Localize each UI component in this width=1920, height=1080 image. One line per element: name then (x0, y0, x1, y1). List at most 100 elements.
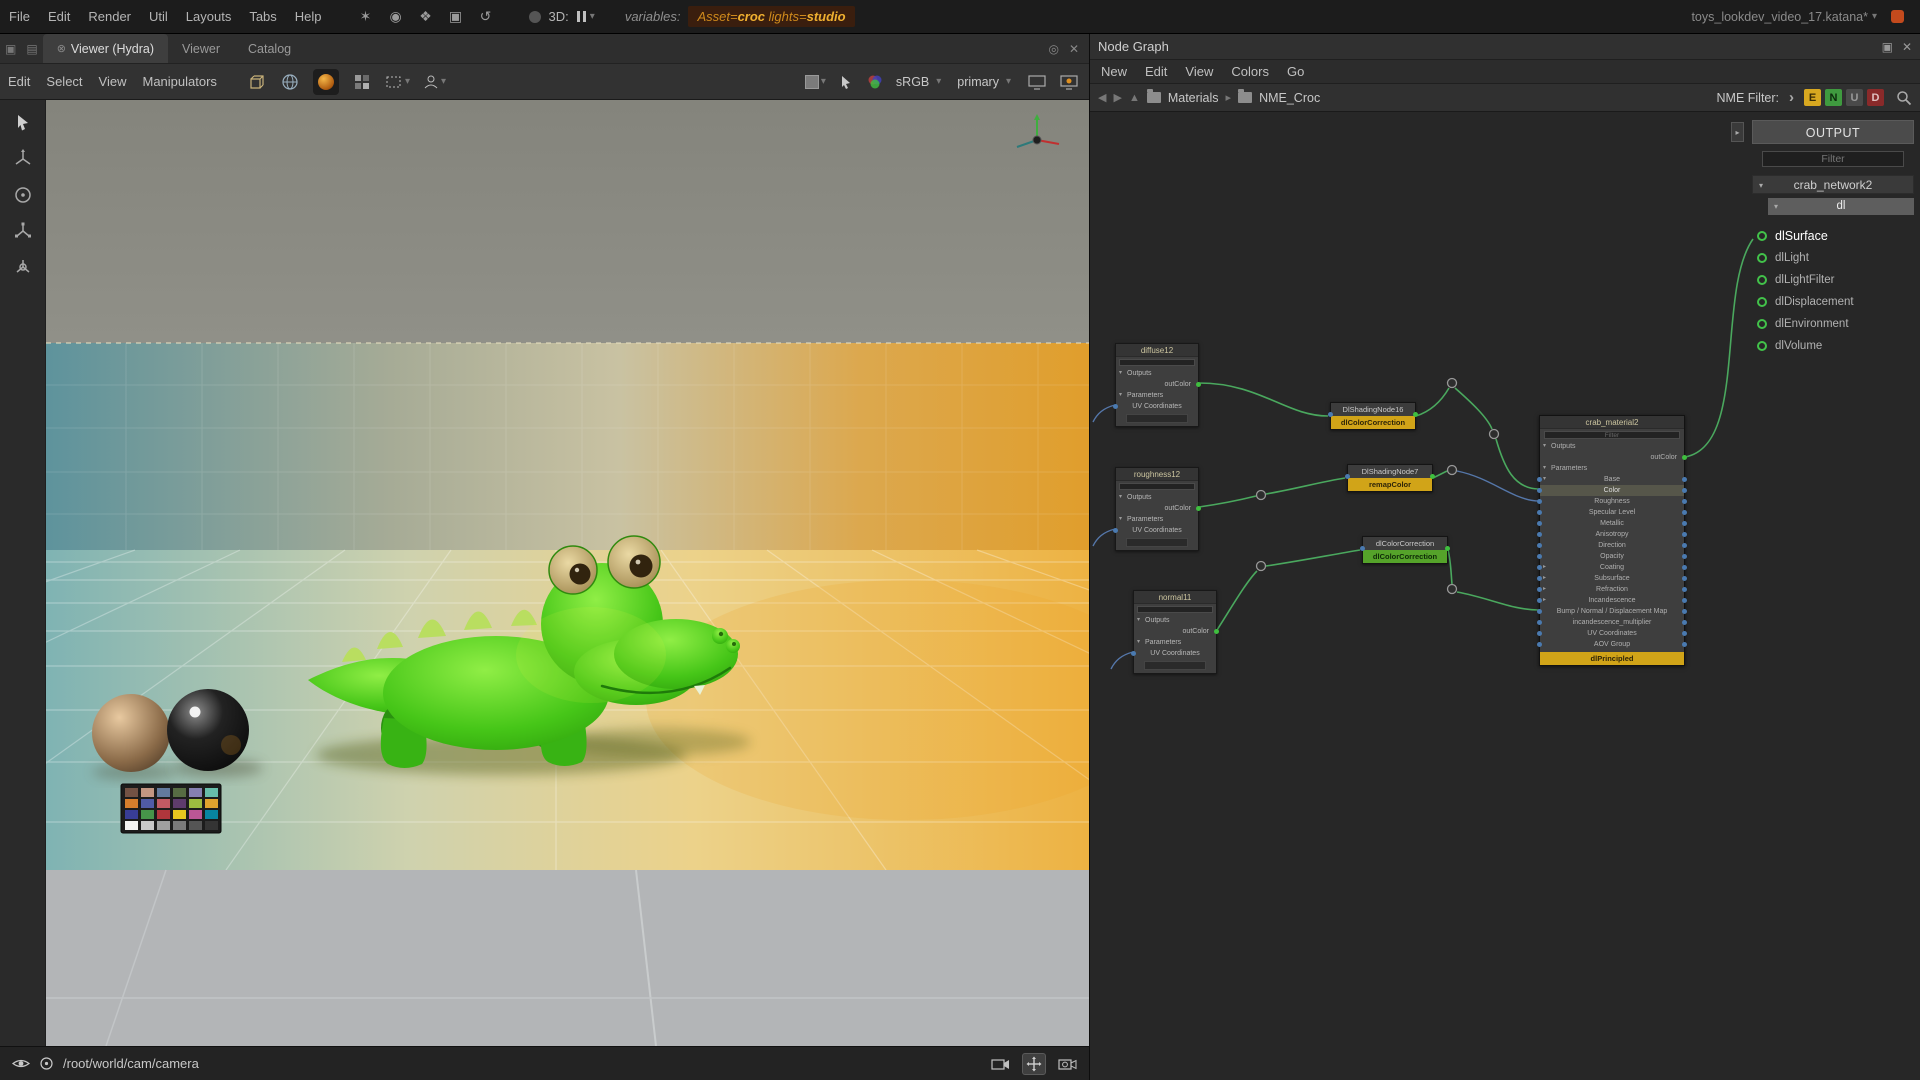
input-port[interactable] (1537, 543, 1542, 548)
colorspace-dropdown[interactable]: sRGB ▾ (896, 75, 945, 89)
menubar-menu[interactable]: Layouts (177, 9, 241, 24)
filename-caret-icon[interactable]: ▾ (1872, 11, 1877, 22)
katana-app-icon[interactable]: ◉ (387, 8, 405, 25)
search-icon[interactable] (1896, 90, 1912, 106)
node-normal11[interactable]: normal11 ▾Outputs outColor ▾Parameters U… (1133, 590, 1217, 674)
pause-icon[interactable] (577, 11, 586, 22)
background-color-button[interactable]: ▾ (805, 75, 826, 89)
nodegraph-menu[interactable]: Colors (1222, 64, 1278, 79)
input-port[interactable] (1328, 412, 1333, 417)
input-port[interactable] (1345, 474, 1350, 479)
terminal-item[interactable]: dlLight (1752, 247, 1914, 269)
node-footer-field[interactable] (1126, 538, 1188, 547)
pane-settings-icon[interactable]: ◎ (1048, 42, 1058, 56)
input-port[interactable] (1113, 404, 1118, 409)
terminal-port-icon[interactable] (1757, 319, 1767, 329)
terminal-port-icon[interactable] (1757, 341, 1767, 351)
menubar-menu[interactable]: Edit (39, 9, 79, 24)
nme-filter-button[interactable]: U (1846, 89, 1863, 106)
monitor-icon[interactable] (1027, 74, 1047, 90)
output-port[interactable] (1196, 506, 1201, 511)
material-param-row[interactable]: ▸ Refraction (1540, 584, 1684, 595)
material-param-row[interactable]: ▸ Coating (1540, 562, 1684, 573)
viewer-menu[interactable]: Edit (0, 74, 38, 89)
node-dlshadingnode16[interactable]: DlShadingNode16 dlColorCorrection (1330, 402, 1416, 430)
nme-filter-button[interactable]: E (1804, 89, 1821, 106)
output-port[interactable] (1682, 598, 1687, 603)
nme-filter-button[interactable]: D (1867, 89, 1884, 106)
output-port[interactable] (1682, 488, 1687, 493)
pan-mode-button[interactable] (1022, 1053, 1046, 1075)
viewer-tab[interactable]: ⊗ Catalog (234, 34, 305, 63)
layout-icon[interactable]: ▣ (447, 8, 465, 25)
input-port[interactable] (1537, 642, 1542, 647)
color-channels-icon[interactable] (866, 74, 884, 90)
shaded-mode-button[interactable] (313, 69, 339, 95)
output-port[interactable] (1682, 499, 1687, 504)
input-port[interactable] (1537, 576, 1542, 581)
viewer-menu[interactable]: View (91, 74, 135, 89)
material-param-row[interactable]: incandescence_multiplier (1540, 617, 1684, 628)
material-param-row[interactable]: Roughness (1540, 496, 1684, 507)
input-port[interactable] (1537, 532, 1542, 537)
environment-globe-icon[interactable] (280, 72, 300, 92)
material-param-row[interactable]: ▸ Subsurface (1540, 573, 1684, 584)
input-port[interactable] (1537, 488, 1542, 493)
pane-close-icon[interactable]: ✕ (1069, 42, 1079, 56)
input-port[interactable] (1537, 477, 1542, 482)
node-dlcolorcorrection[interactable]: dlColorCorrection dlColorCorrection (1362, 536, 1448, 564)
input-port[interactable] (1537, 510, 1542, 515)
snapshot-icon[interactable]: ❖ (417, 8, 435, 25)
terminal-item[interactable]: dlSurface (1752, 225, 1914, 247)
nodegraph-menu[interactable]: New (1092, 64, 1136, 79)
input-port[interactable] (1537, 499, 1542, 504)
node-footer-field[interactable] (1144, 661, 1206, 670)
input-port[interactable] (1537, 521, 1542, 526)
menubar-menu[interactable]: Render (79, 9, 140, 24)
viewer-menu[interactable]: Select (38, 74, 90, 89)
menubar-menu[interactable]: Help (286, 9, 331, 24)
pane-split-icon[interactable]: ▤ (26, 42, 37, 56)
settings-icon[interactable]: ✶ (357, 8, 375, 25)
material-param-row[interactable]: ▸ Incandescence (1540, 595, 1684, 606)
pane-menu-icon[interactable]: ▣ (5, 42, 16, 56)
camera-path[interactable]: /root/world/cam/camera (63, 1056, 199, 1071)
reload-icon[interactable]: ↺ (477, 8, 495, 25)
input-port[interactable] (1537, 609, 1542, 614)
menubar-menu[interactable]: Util (140, 9, 177, 24)
sidebar-collapse-icon[interactable]: ▸ (1731, 122, 1744, 142)
file-field[interactable] (1137, 606, 1213, 613)
nodegraph-menu[interactable]: Edit (1136, 64, 1176, 79)
nme-filter-button[interactable]: N (1825, 89, 1842, 106)
terminal-item[interactable]: dlDisplacement (1752, 291, 1914, 313)
project-filename[interactable]: toys_lookdev_video_17.katana* (1691, 10, 1868, 24)
output-port[interactable] (1682, 477, 1687, 482)
input-port[interactable] (1131, 651, 1136, 656)
file-field[interactable] (1119, 483, 1195, 490)
input-port[interactable] (1537, 554, 1542, 559)
menubar-menu[interactable]: File (0, 9, 39, 24)
material-param-row[interactable]: Specular Level (1540, 507, 1684, 518)
output-port[interactable] (1682, 620, 1687, 625)
node-graph-canvas[interactable]: diffuse12 ▾Outputs outColor ▾Parameters … (1090, 112, 1920, 1080)
material-param-row[interactable]: Opacity (1540, 551, 1684, 562)
terminal-port-icon[interactable] (1757, 253, 1767, 263)
material-param-row[interactable]: ▾ Base (1540, 474, 1684, 485)
look-through-button[interactable]: ▾ (423, 74, 446, 90)
pane-split-icon[interactable]: ▣ (1882, 40, 1893, 54)
pointer-snap-icon[interactable] (838, 74, 854, 90)
forward-icon[interactable]: ▶ (1113, 91, 1121, 104)
node-footer-field[interactable] (1126, 414, 1188, 423)
pane-close-icon[interactable]: ✕ (1902, 40, 1912, 54)
node-diffuse12[interactable]: diffuse12 ▾Outputs outColor ▾Parameters … (1115, 343, 1199, 427)
breadcrumb-root[interactable]: Materials (1168, 91, 1219, 105)
nodegraph-menu[interactable]: View (1176, 64, 1222, 79)
terminal-port-icon[interactable] (1757, 297, 1767, 307)
output-port[interactable] (1682, 532, 1687, 537)
output-port[interactable] (1682, 642, 1687, 647)
select-cursor-icon[interactable] (12, 112, 34, 134)
output-port[interactable] (1214, 629, 1219, 634)
channel-dropdown[interactable]: primary ▾ (957, 75, 1015, 89)
output-port[interactable] (1682, 510, 1687, 515)
scale-tool-icon[interactable] (12, 220, 34, 242)
